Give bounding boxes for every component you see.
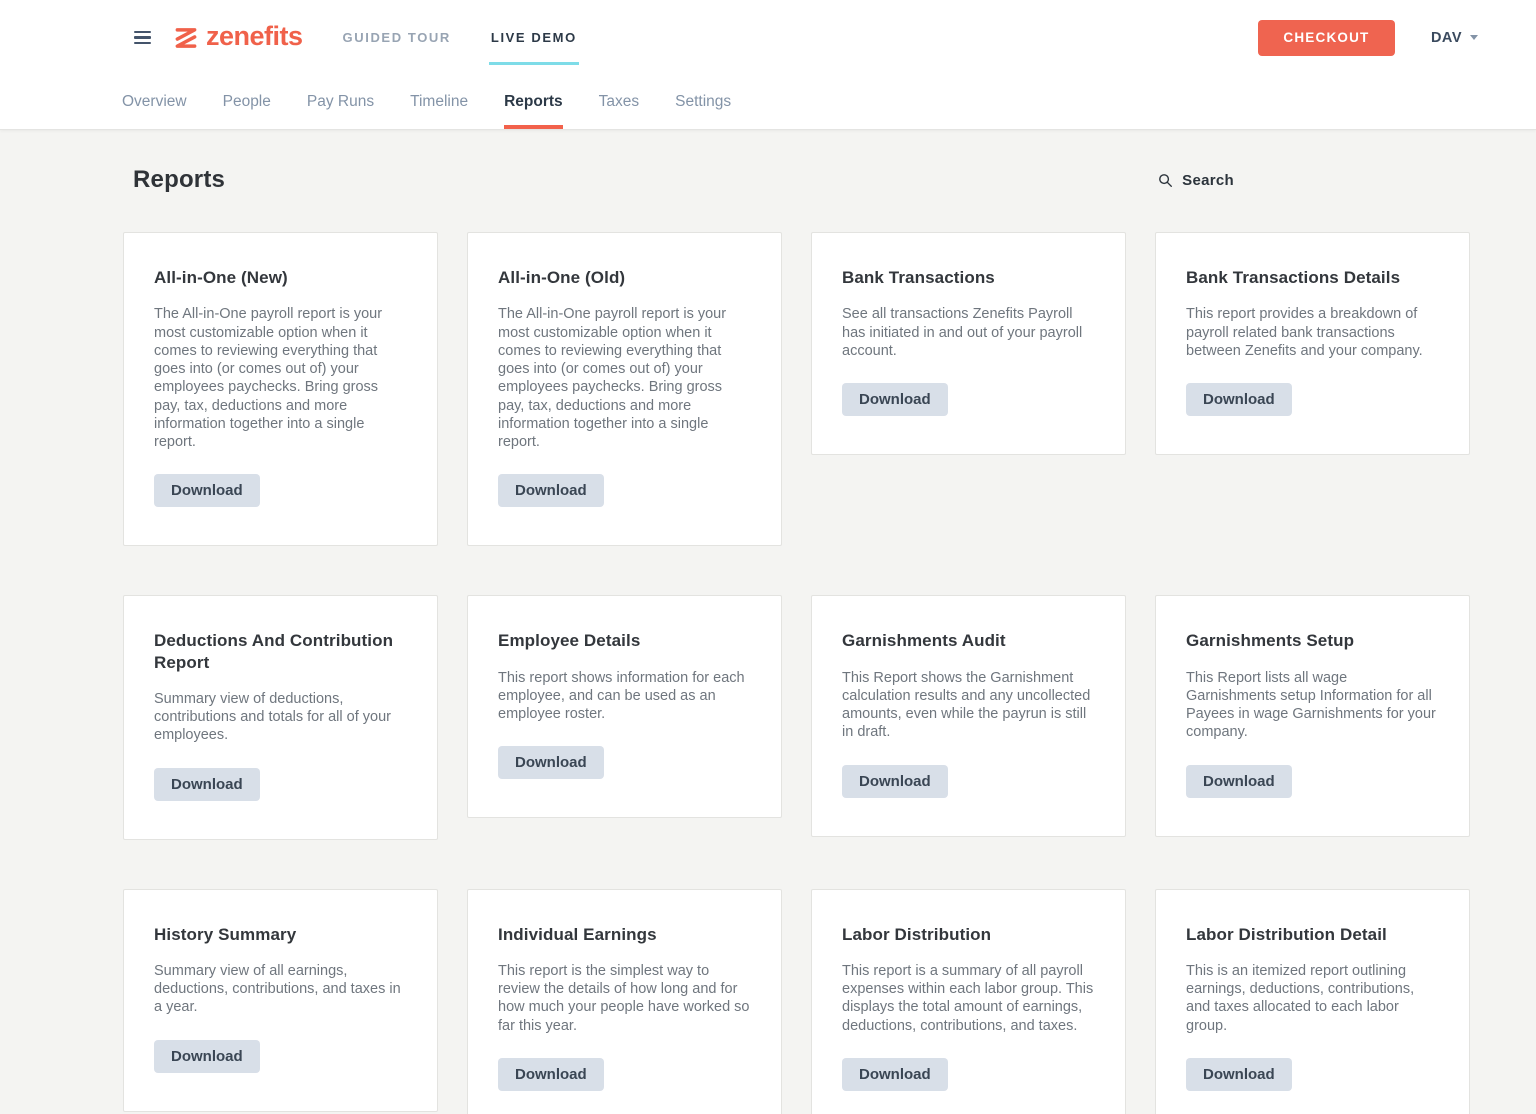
report-card-title: Individual Earnings (498, 924, 751, 945)
report-card-description: This report is the simplest way to revie… (498, 962, 751, 1035)
user-menu[interactable]: DAV (1431, 30, 1478, 46)
report-card-employee-details: Employee Details This report shows infor… (467, 595, 782, 818)
report-card-bank-transactions-details: Bank Transactions Details This report pr… (1155, 232, 1470, 455)
report-card-title: Labor Distribution Detail (1186, 924, 1439, 945)
report-card-description: The All-in-One payroll report is your mo… (498, 305, 751, 451)
report-card-title: Garnishments Audit (842, 630, 1095, 651)
report-card-description: This report provides a breakdown of payr… (1186, 305, 1439, 360)
download-button[interactable]: Download (1186, 383, 1292, 416)
report-card-title: Garnishments Setup (1186, 630, 1439, 651)
report-card-title: History Summary (154, 924, 407, 945)
report-card-title: Bank Transactions Details (1186, 267, 1439, 288)
download-button[interactable]: Download (498, 474, 604, 507)
report-card-garnishments-audit: Garnishments Audit This Report shows the… (811, 595, 1126, 836)
report-card-description: This report is a summary of all payroll … (842, 962, 1095, 1035)
download-button[interactable]: Download (842, 1058, 948, 1091)
report-card-labor-distribution-detail: Labor Distribution Detail This is an ite… (1155, 889, 1470, 1114)
download-button[interactable]: Download (154, 474, 260, 507)
tab-pay-runs[interactable]: Pay Runs (307, 75, 374, 129)
download-button[interactable]: Download (842, 383, 948, 416)
app-header: zenefits GUIDED TOUR LIVE DEMO CHECKOUT … (0, 0, 1536, 130)
download-button[interactable]: Download (498, 746, 604, 779)
user-name: DAV (1431, 30, 1462, 46)
report-card-description: This Report shows the Garnishment calcul… (842, 669, 1095, 742)
header-top-row: zenefits GUIDED TOUR LIVE DEMO CHECKOUT … (0, 0, 1536, 75)
tab-settings[interactable]: Settings (675, 75, 731, 129)
checkout-button[interactable]: CHECKOUT (1258, 20, 1395, 56)
report-card-labor-distribution: Labor Distribution This report is a summ… (811, 889, 1126, 1114)
tab-people[interactable]: People (223, 75, 271, 129)
report-card-description: This Report lists all wage Garnishments … (1186, 669, 1439, 742)
zenefits-logo[interactable]: zenefits (173, 23, 303, 53)
report-card-title: Employee Details (498, 630, 751, 651)
download-button[interactable]: Download (1186, 1058, 1292, 1091)
report-card-all-in-one-old: All-in-One (Old) The All-in-One payroll … (467, 232, 782, 546)
guided-tour-link[interactable]: GUIDED TOUR (343, 30, 451, 45)
search-control[interactable]: Search (1158, 172, 1234, 189)
tab-taxes[interactable]: Taxes (599, 75, 640, 129)
hamburger-menu-icon[interactable] (134, 31, 151, 44)
search-icon (1158, 173, 1173, 188)
zenefits-zigzag-icon (173, 25, 199, 51)
reports-page: Reports Search All-in-One (New) The All-… (0, 130, 1536, 1114)
report-card-title: Labor Distribution (842, 924, 1095, 945)
report-card-all-in-one-new: All-in-One (New) The All-in-One payroll … (123, 232, 438, 546)
report-card-title: Bank Transactions (842, 267, 1095, 288)
report-card-description: See all transactions Zenefits Payroll ha… (842, 305, 1095, 360)
page-title: Reports (133, 166, 225, 194)
live-demo-link[interactable]: LIVE DEMO (491, 30, 577, 45)
report-card-title: All-in-One (New) (154, 267, 407, 288)
download-button[interactable]: Download (154, 768, 260, 801)
download-button[interactable]: Download (498, 1058, 604, 1091)
report-card-bank-transactions: Bank Transactions See all transactions Z… (811, 232, 1126, 455)
tab-timeline[interactable]: Timeline (410, 75, 468, 129)
report-card-description: Summary view of deductions, contribution… (154, 690, 407, 745)
download-button[interactable]: Download (154, 1040, 260, 1073)
report-card-history-summary: History Summary Summary view of all earn… (123, 889, 438, 1112)
download-button[interactable]: Download (1186, 765, 1292, 798)
brand-wordmark: zenefits (206, 23, 303, 53)
report-card-deductions-and-contribution: Deductions And Contribution Report Summa… (123, 595, 438, 839)
report-card-description: This report shows information for each e… (498, 669, 751, 724)
report-card-individual-earnings: Individual Earnings This report is the s… (467, 889, 782, 1114)
page-title-row: Reports Search (123, 166, 1470, 194)
report-card-garnishments-setup: Garnishments Setup This Report lists all… (1155, 595, 1470, 836)
report-card-title: Deductions And Contribution Report (154, 630, 407, 673)
report-card-description: The All-in-One payroll report is your mo… (154, 305, 407, 451)
tab-reports[interactable]: Reports (504, 75, 563, 129)
tab-overview[interactable]: Overview (122, 75, 187, 129)
download-button[interactable]: Download (842, 765, 948, 798)
main-nav-tabs: Overview People Pay Runs Timeline Report… (0, 75, 1536, 129)
report-cards-grid: All-in-One (New) The All-in-One payroll … (123, 232, 1470, 1114)
report-card-description: Summary view of all earnings, deductions… (154, 962, 407, 1017)
search-label: Search (1182, 172, 1234, 189)
chevron-down-icon (1470, 35, 1478, 40)
report-card-title: All-in-One (Old) (498, 267, 751, 288)
report-card-description: This is an itemized report outlining ear… (1186, 962, 1439, 1035)
